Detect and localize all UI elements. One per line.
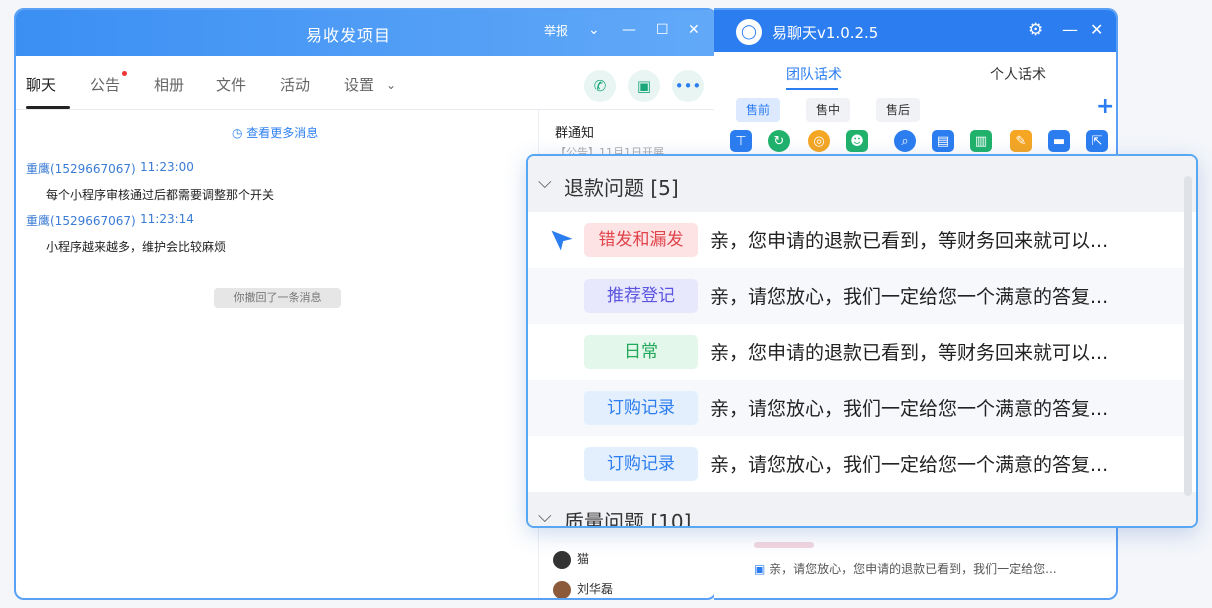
group-notice-title: 群通知 <box>555 126 595 141</box>
reply-text: 亲，您申请的退款已看到，等财务回来就可以... <box>710 230 1109 252</box>
main-window-title: 易收发项目 <box>306 26 392 45</box>
settings-chevron-icon[interactable]: ⌄ <box>386 78 396 92</box>
search-icon[interactable]: ⌕ <box>894 130 916 152</box>
close-icon[interactable]: ✕ <box>688 22 700 38</box>
chevron-down-icon[interactable]: ⌄ <box>588 22 600 38</box>
maximize-icon[interactable]: ☐ <box>656 22 669 38</box>
tab-album[interactable]: 相册 <box>154 74 184 95</box>
sitemap-icon[interactable]: ⊤ <box>730 130 752 152</box>
scrollbar[interactable] <box>1184 176 1192 496</box>
tab-team-scripts[interactable]: 团队话术 <box>786 64 842 84</box>
member-name: 刘华磊 <box>577 582 614 596</box>
close-icon[interactable]: ✕ <box>1090 20 1103 39</box>
tab-files[interactable]: 文件 <box>216 74 246 95</box>
active-script-tab-indicator <box>786 88 838 90</box>
message-time: 11:23:00 <box>140 160 194 174</box>
script-list-item[interactable]: ▣ 亲，请您放心，您申请的退款已看到，我们一定给您... <box>754 556 1110 582</box>
app-title: 易聊天v1.0.2.5 <box>772 24 879 42</box>
reply-row[interactable]: 推荐登记 亲，请您放心，我们一定给您一个满意的答复... <box>528 268 1184 324</box>
message-sender[interactable]: 重鹰(1529667067) <box>26 212 136 229</box>
member-item[interactable]: 猫 <box>553 550 589 569</box>
tag-label: 日常 <box>584 335 698 369</box>
tag-label: 推荐登记 <box>584 279 698 313</box>
notification-dot <box>122 71 127 76</box>
reply-row[interactable]: 日常 亲，您申请的退款已看到，等财务回来就可以... <box>528 324 1184 380</box>
tag-chip <box>754 542 814 548</box>
edit-icon[interactable]: ✎ <box>1010 130 1032 152</box>
view-more-label: 查看更多消息 <box>246 126 319 140</box>
folder-icon[interactable]: ▤ <box>932 130 954 152</box>
reply-row[interactable]: 订购记录 亲，请您放心，我们一定给您一个满意的答复... <box>528 380 1184 436</box>
reply-text: 亲，请您放心，我们一定给您一个满意的答复... <box>710 286 1109 308</box>
reply-text: 亲，请您放心，我们一定给您一个满意的答复... <box>710 454 1109 476</box>
tab-settings[interactable]: 设置 <box>344 74 374 95</box>
main-titlebar: 易收发项目 举报 ⌄ — ☐ ✕ <box>16 10 715 56</box>
clock-icon: ◷ <box>232 126 247 140</box>
active-tab-indicator <box>26 106 70 109</box>
minimize-icon[interactable]: — <box>1062 20 1078 39</box>
tab-personal-scripts[interactable]: 个人话术 <box>990 64 1046 84</box>
trash-icon[interactable]: ▬ <box>1048 130 1070 152</box>
avatar <box>553 550 571 569</box>
phone-icon[interactable]: ✆ <box>584 70 616 102</box>
chevron-down-icon[interactable]: ⌵ <box>538 172 552 193</box>
report-link[interactable]: 举报 <box>544 22 568 39</box>
chevron-down-icon[interactable]: ⌵ <box>538 506 552 526</box>
reply-row[interactable]: 错发和漏发 亲，您申请的退款已看到，等财务回来就可以... <box>528 212 1184 268</box>
users-icon[interactable]: ☻ <box>846 130 868 152</box>
tag-label: 错发和漏发 <box>584 223 698 257</box>
target-icon[interactable]: ◎ <box>808 130 830 152</box>
more-icon[interactable]: ••• <box>672 70 704 102</box>
section-title: 退款问题 [5] <box>564 176 679 200</box>
tag-label: 订购记录 <box>584 447 698 481</box>
minimize-icon[interactable]: — <box>622 22 636 38</box>
message-text: 小程序越来越多，维护会比较麻烦 <box>46 240 227 254</box>
reply-text: 亲，请您放心，我们一定给您一个满意的答复... <box>710 398 1109 420</box>
settings-icon[interactable]: ⚙ <box>1028 20 1043 40</box>
quick-reply-popup: ⌵ 退款问题 [5] 错发和漏发 亲，您申请的退款已看到，等财务回来就可以...… <box>526 154 1198 528</box>
member-item[interactable]: 刘华磊 <box>553 580 614 598</box>
message-text: 每个小程序审核通过后都需要调整那个开关 <box>46 188 275 202</box>
reply-text: 亲，您申请的退款已看到，等财务回来就可以... <box>710 342 1109 364</box>
chat-area: ◷ 查看更多消息 重鹰(1529667067) 11:23:00 每个小程序审核… <box>16 110 538 598</box>
refresh-icon[interactable]: ↻ <box>768 130 790 152</box>
view-more-messages-link[interactable]: ◷ 查看更多消息 <box>232 124 318 141</box>
tab-chat[interactable]: 聊天 <box>26 74 56 95</box>
tab-announcement[interactable]: 公告 <box>90 74 120 95</box>
file-icon[interactable]: ▥ <box>970 130 992 152</box>
export-icon[interactable]: ⇱ <box>1086 130 1108 152</box>
filter-presale[interactable]: 售前 <box>736 98 781 122</box>
filter-aftersale[interactable]: 售后 <box>876 98 921 122</box>
app-logo-icon: ◯ <box>736 19 762 45</box>
section-title: 质量问题 [10] <box>564 510 692 528</box>
main-tabs: 聊天 公告 相册 文件 活动 设置 ⌄ ✆ ▣ ••• <box>16 62 715 110</box>
member-name: 猫 <box>577 552 590 566</box>
tag-label: 订购记录 <box>584 391 698 425</box>
filter-insale[interactable]: 售中 <box>806 98 851 122</box>
section-header-quality[interactable]: ⌵ 质量问题 [10] <box>528 492 1196 528</box>
add-icon[interactable]: + <box>1096 94 1114 119</box>
message-sender[interactable]: 重鹰(1529667067) <box>26 160 136 177</box>
reply-row[interactable]: 订购记录 亲，请您放心，我们一定给您一个满意的答复... <box>528 436 1184 492</box>
avatar <box>553 580 571 598</box>
message-time: 11:23:14 <box>140 212 194 226</box>
assistant-titlebar: ◯ 易聊天v1.0.2.5 ⚙ — ✕ <box>714 10 1116 52</box>
script-text: 亲，请您放心，您申请的退款已看到，我们一定给您... <box>769 562 1057 576</box>
image-icon: ▣ <box>754 562 770 576</box>
section-header-refund[interactable]: ⌵ 退款问题 [5] <box>528 156 1196 212</box>
message-icon[interactable]: ▣ <box>628 70 660 102</box>
recall-notice: 你撤回了一条消息 <box>214 288 341 308</box>
script-tabs: 团队话术 个人话术 <box>714 52 1116 92</box>
tab-activity[interactable]: 活动 <box>280 74 310 95</box>
send-cursor-icon <box>551 230 573 251</box>
